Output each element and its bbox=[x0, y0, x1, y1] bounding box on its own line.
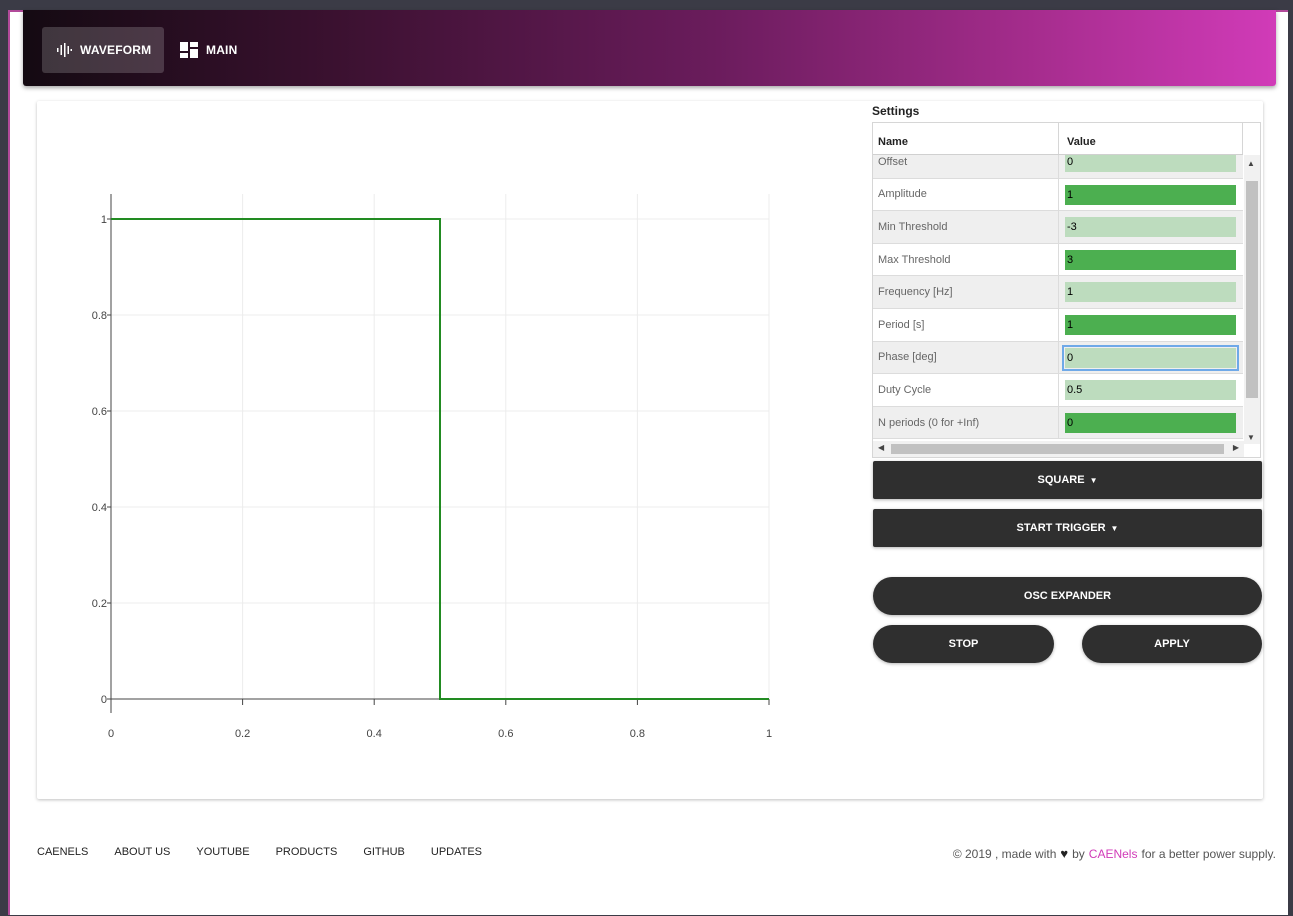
apply-button[interactable]: APPLY bbox=[1082, 625, 1262, 663]
waveform-type-dropdown[interactable]: SQUARE ▼ bbox=[873, 461, 1262, 499]
table-row: Frequency [Hz] 1 bbox=[873, 276, 1243, 309]
footer-link-github[interactable]: GITHUB bbox=[363, 846, 405, 858]
table-row: Phase [deg] 0 bbox=[873, 341, 1243, 375]
y-tick-label: 0.6 bbox=[92, 406, 107, 418]
setting-name: Phase [deg] bbox=[873, 341, 1059, 374]
y-tick-label: 0.4 bbox=[92, 502, 107, 514]
table-row: Max Threshold 3 bbox=[873, 243, 1243, 277]
start-trigger-dropdown[interactable]: START TRIGGER ▼ bbox=[873, 509, 1262, 547]
x-tick-label: 0.8 bbox=[630, 728, 645, 740]
grid-body: Offset 0 Amplitude 1 Min Threshold -3 Max Thre… bbox=[873, 146, 1243, 440]
waveform-chart: 0 0.2 0.4 0.6 0.8 1 0 0.2 0.4 0.6 0.8 1 bbox=[92, 194, 772, 740]
setting-value-input[interactable]: 0 bbox=[1062, 344, 1239, 371]
brand-link[interactable]: CAENels bbox=[1089, 847, 1138, 861]
scroll-left-icon[interactable]: ◀ bbox=[878, 443, 884, 452]
top-navigation-bar: WAVEFORM MAIN bbox=[23, 10, 1276, 86]
y-tick-label: 1 bbox=[101, 214, 107, 226]
setting-value-cell: 0 bbox=[1059, 407, 1243, 439]
settings-grid: Name Value Offset 0 Amplitude 1 Min Threshol… bbox=[872, 122, 1261, 458]
x-tick-label: 0.4 bbox=[367, 728, 382, 740]
setting-value-cell: 3 bbox=[1059, 244, 1243, 276]
setting-value-input[interactable]: 0 bbox=[1065, 412, 1236, 433]
setting-value-input[interactable]: 0 bbox=[1065, 152, 1236, 172]
series-line bbox=[111, 218, 769, 700]
y-tick-label: 0.8 bbox=[92, 310, 107, 322]
setting-value-input[interactable]: 3 bbox=[1065, 249, 1236, 270]
tab-main-label: MAIN bbox=[206, 43, 238, 57]
caret-down-icon: ▼ bbox=[1089, 475, 1098, 485]
footer-link-products[interactable]: PRODUCTS bbox=[276, 846, 338, 858]
setting-name: Amplitude bbox=[873, 178, 1059, 211]
grid-header: Name Value bbox=[873, 123, 1243, 155]
table-row: Duty Cycle 0.5 bbox=[873, 374, 1243, 407]
table-row: Period [s] 1 bbox=[873, 308, 1243, 342]
footer-link-updates[interactable]: UPDATES bbox=[431, 846, 482, 858]
footer-link-caenels[interactable]: CAENELS bbox=[37, 846, 88, 858]
x-tick-label: 0.6 bbox=[498, 728, 513, 740]
setting-name: Min Threshold bbox=[873, 211, 1059, 243]
scroll-up-icon[interactable]: ▲ bbox=[1247, 159, 1255, 168]
x-tick-label: 1 bbox=[766, 728, 772, 740]
tab-waveform[interactable]: WAVEFORM bbox=[42, 27, 164, 73]
setting-name: N periods (0 for +Inf) bbox=[873, 406, 1059, 439]
heart-icon: ♥ bbox=[1060, 846, 1069, 861]
vertical-scrollbar[interactable]: ▲ ▼ bbox=[1244, 155, 1260, 444]
column-header-value: Value bbox=[1059, 123, 1243, 154]
horizontal-scroll-thumb[interactable] bbox=[891, 444, 1224, 454]
footer-links: CAENELS ABOUT US YOUTUBE PRODUCTS GITHUB… bbox=[37, 846, 508, 858]
x-tick-label: 0 bbox=[108, 728, 114, 740]
footer-copyright: © 2019 , made with ♥ by CAENels for a be… bbox=[953, 846, 1276, 861]
settings-title: Settings bbox=[872, 104, 920, 118]
horizontal-scrollbar[interactable]: ◀ ▶ bbox=[873, 441, 1244, 457]
table-row: Min Threshold -3 bbox=[873, 211, 1243, 244]
scroll-right-icon[interactable]: ▶ bbox=[1233, 443, 1239, 452]
stop-button[interactable]: STOP bbox=[873, 625, 1054, 663]
setting-value-input[interactable]: 0.5 bbox=[1065, 380, 1236, 401]
footer-link-about-us[interactable]: ABOUT US bbox=[114, 846, 170, 858]
setting-name: Period [s] bbox=[873, 308, 1059, 341]
dashboard-icon bbox=[180, 42, 198, 58]
copyright-suffix: for a better power supply. bbox=[1141, 846, 1276, 861]
setting-value-input[interactable]: 1 bbox=[1065, 282, 1236, 303]
setting-value-input[interactable]: 1 bbox=[1065, 314, 1236, 335]
setting-value-input[interactable]: -3 bbox=[1065, 217, 1236, 238]
setting-value-cell: 1 bbox=[1059, 309, 1243, 341]
setting-value-cell: 1 bbox=[1059, 179, 1243, 211]
setting-name: Duty Cycle bbox=[873, 374, 1059, 406]
x-tick-label: 0.2 bbox=[235, 728, 250, 740]
waveform-icon bbox=[56, 42, 72, 58]
scroll-down-icon[interactable]: ▼ bbox=[1247, 433, 1255, 442]
copyright-by: by bbox=[1072, 846, 1085, 861]
table-row: Amplitude 1 bbox=[873, 178, 1243, 212]
setting-value-input[interactable]: 1 bbox=[1065, 184, 1236, 205]
start-trigger-label: START TRIGGER bbox=[1016, 522, 1106, 534]
column-header-name: Name bbox=[873, 123, 1059, 154]
footer-link-youtube[interactable]: YOUTUBE bbox=[196, 846, 249, 858]
y-tick-label: 0 bbox=[101, 694, 107, 706]
copyright-prefix: © 2019 , made with bbox=[952, 846, 1057, 861]
setting-name: Max Threshold bbox=[873, 243, 1059, 276]
setting-value-cell: -3 bbox=[1059, 211, 1243, 243]
setting-name: Frequency [Hz] bbox=[873, 276, 1059, 308]
vertical-scroll-thumb[interactable] bbox=[1246, 181, 1258, 398]
setting-value-cell: 1 bbox=[1059, 276, 1243, 308]
osc-expander-button[interactable]: OSC EXPANDER bbox=[873, 577, 1262, 615]
setting-value-cell: 0.5 bbox=[1059, 374, 1243, 406]
setting-value-cell: 0 bbox=[1059, 342, 1243, 374]
tab-waveform-label: WAVEFORM bbox=[80, 43, 152, 57]
waveform-type-label: SQUARE bbox=[1037, 474, 1085, 486]
caret-down-icon: ▼ bbox=[1110, 523, 1119, 533]
table-row: N periods (0 for +Inf) 0 bbox=[873, 406, 1243, 440]
tab-main[interactable]: MAIN bbox=[166, 27, 251, 73]
y-tick-label: 0.2 bbox=[92, 598, 107, 610]
